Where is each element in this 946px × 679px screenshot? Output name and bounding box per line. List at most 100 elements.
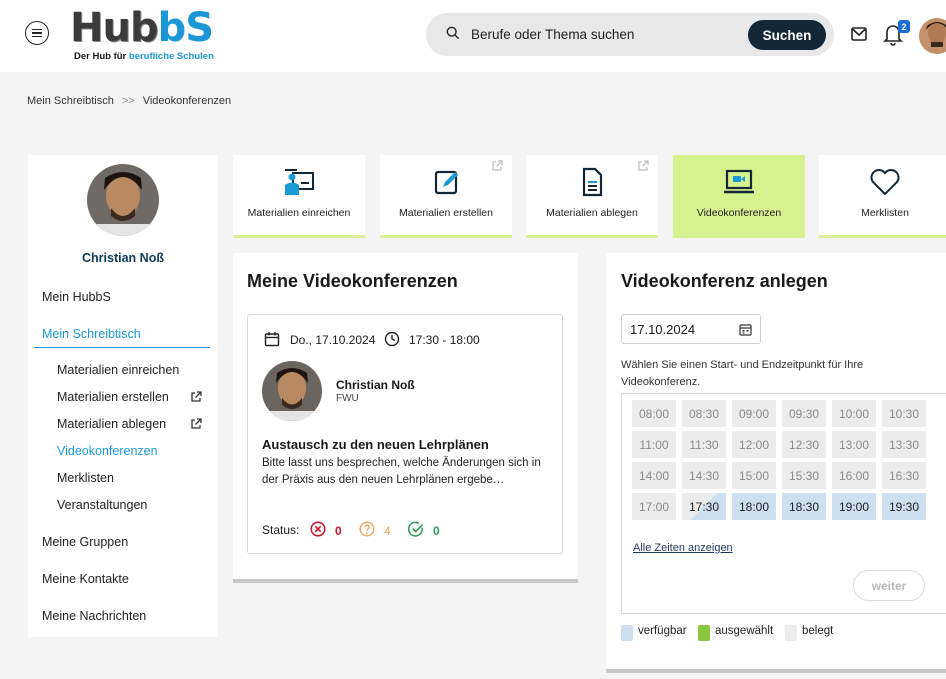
tile-label: Materialien erstellen <box>399 207 493 219</box>
hubbs-logo[interactable]: HubbS Der Hub für berufliche Schulen <box>70 6 240 62</box>
create-conference-panel: Videokonferenz anlegen 17.10.2024 Wählen… <box>606 253 946 673</box>
conference-card[interactable]: Do., 17.10.2024 17:30 - 18:00 Christian … <box>247 314 563 554</box>
create-conference-title: Videokonferenz anlegen <box>621 271 828 291</box>
legend-occupied: belegt <box>802 625 834 637</box>
hamburger-menu-icon[interactable] <box>25 21 49 45</box>
host-avatar <box>262 361 322 421</box>
tile-merklisten[interactable]: Merklisten <box>819 155 946 238</box>
external-link-icon[interactable] <box>190 418 202 430</box>
tile-materialien-erstellen[interactable]: Materialien erstellen <box>380 155 512 238</box>
time-slot[interactable]: 09:30 <box>782 400 826 427</box>
tile-materialien-einreichen[interactable]: Materialien einreichen <box>233 155 365 238</box>
tile-label: Merklisten <box>861 207 909 219</box>
calendar-icon <box>264 332 280 347</box>
time-slot[interactable]: 11:00 <box>632 431 676 458</box>
time-slot[interactable]: 08:00 <box>632 400 676 427</box>
show-all-times-link[interactable]: Alle Zeiten anzeigen <box>633 542 733 554</box>
time-slot[interactable]: 14:30 <box>682 462 726 489</box>
sidebar-item-veranstaltungen[interactable]: Veranstaltungen <box>57 498 147 512</box>
legend-selected: ausgewählt <box>715 625 774 637</box>
tile-label: Videokonferenzen <box>696 207 782 219</box>
time-selection-hint: Wählen Sie einen Start- und Endzeitpunkt… <box>621 359 864 388</box>
sidebar-item-materialien-ablegen[interactable]: Materialien ablegen <box>57 417 166 431</box>
time-slot[interactable]: 16:30 <box>882 462 926 489</box>
time-slot[interactable]: 12:00 <box>732 431 776 458</box>
time-slot[interactable]: 13:30 <box>882 431 926 458</box>
date-field[interactable]: 17.10.2024 <box>621 314 761 344</box>
sidebar-item-meine-nachrichten[interactable]: Meine Nachrichten <box>42 609 146 623</box>
time-slot[interactable]: 17:30 <box>682 493 726 520</box>
pending-icon <box>359 521 375 537</box>
time-slot[interactable]: 17:00 <box>632 493 676 520</box>
date-field-value: 17.10.2024 <box>630 322 696 337</box>
status-label: Status: <box>262 523 300 537</box>
external-link-icon <box>492 160 503 171</box>
declined-icon <box>310 521 326 537</box>
tile-materialien-ablegen[interactable]: Materialien ablegen <box>526 155 658 238</box>
sidebar-item-meine-gruppen[interactable]: Meine Gruppen <box>42 535 128 549</box>
breadcrumb-separator: >> <box>121 95 135 107</box>
legend-available: verfügbar <box>638 625 687 637</box>
host-name: Christian Noß <box>336 378 415 392</box>
time-slot-grid: 08:00 08:30 09:00 09:30 10:00 10:30 11:00 11:30… <box>621 393 946 614</box>
tile-label: Materialien ablegen <box>546 207 638 219</box>
my-conferences-title: Meine Videokonferenzen <box>247 271 458 291</box>
declined-count: 0 <box>335 524 342 538</box>
tile-label: Materialien einreichen <box>247 207 351 219</box>
sidebar-item-meine-kontakte[interactable]: Meine Kontakte <box>42 572 129 586</box>
search-placeholder: Berufe oder Thema suchen <box>471 27 635 42</box>
sidebar: Christian Noß Mein HubbS Mein Schreibtis… <box>28 155 218 637</box>
host-organisation: FWU <box>336 393 359 404</box>
clock-icon <box>384 331 400 347</box>
external-link-icon <box>638 160 649 171</box>
time-slot[interactable]: 13:00 <box>832 431 876 458</box>
time-slot[interactable]: 15:00 <box>732 462 776 489</box>
pending-count: 4 <box>384 524 391 538</box>
time-slot[interactable]: 14:00 <box>632 462 676 489</box>
sidebar-item-materialien-erstellen[interactable]: Materialien erstellen <box>57 390 169 404</box>
conference-description: Bitte lasst uns besprechen, welche Änder… <box>262 457 541 486</box>
time-slot[interactable]: 11:30 <box>682 431 726 458</box>
time-slot[interactable]: 10:30 <box>882 400 926 427</box>
profile-name: Christian Noß <box>82 251 164 265</box>
logo-wordmark: HubbS <box>70 5 214 51</box>
conference-date: Do., 17.10.2024 <box>290 333 376 347</box>
document-icon <box>582 167 603 197</box>
tile-videokonferenzen[interactable]: Videokonferenzen <box>673 155 805 238</box>
user-avatar[interactable] <box>919 18 946 54</box>
external-link-icon[interactable] <box>190 391 202 403</box>
time-slot[interactable]: 18:30 <box>782 493 826 520</box>
mail-icon[interactable] <box>851 27 867 41</box>
breadcrumb-item-mein-schreibtisch[interactable]: Mein Schreibtisch <box>27 95 114 107</box>
calendar-picker-icon[interactable] <box>739 323 752 336</box>
notification-badge: 2 <box>898 20 910 33</box>
laptop-video-icon <box>724 169 754 194</box>
conference-title: Austausch zu den neuen Lehrplänen <box>262 437 489 452</box>
sidebar-item-merklisten[interactable]: Merklisten <box>57 471 114 485</box>
time-slot[interactable]: 18:00 <box>732 493 776 520</box>
sidebar-item-mein-hubbs[interactable]: Mein HubbS <box>42 290 111 304</box>
legend-swatch-available <box>621 625 633 641</box>
time-slot[interactable]: 19:30 <box>882 493 926 520</box>
time-slot[interactable]: 15:30 <box>782 462 826 489</box>
sidebar-item-materialien-einreichen[interactable]: Materialien einreichen <box>57 363 179 377</box>
heart-icon <box>870 169 900 196</box>
legend-swatch-occupied <box>785 625 797 641</box>
time-slot[interactable]: 19:00 <box>832 493 876 520</box>
search-button[interactable]: Suchen <box>748 20 826 50</box>
next-button[interactable]: weiter <box>853 570 925 601</box>
breadcrumb-item-videokonferenzen: Videokonferenzen <box>142 95 232 107</box>
time-slot[interactable]: 09:00 <box>732 400 776 427</box>
conference-time: 17:30 - 18:00 <box>409 333 480 347</box>
presenter-icon <box>285 169 314 195</box>
edit-icon <box>434 170 458 195</box>
time-slot[interactable]: 10:00 <box>832 400 876 427</box>
profile-avatar[interactable] <box>87 164 159 236</box>
sidebar-item-mein-schreibtisch[interactable]: Mein Schreibtisch <box>42 327 141 341</box>
sidebar-item-videokonferenzen[interactable]: Videokonferenzen <box>57 444 158 458</box>
time-slot[interactable]: 16:00 <box>832 462 876 489</box>
time-slot[interactable]: 08:30 <box>682 400 726 427</box>
legend-swatch-selected <box>698 625 710 641</box>
my-conferences-panel: Meine Videokonferenzen Do., 17.10.2024 1… <box>233 253 578 583</box>
time-slot[interactable]: 12:30 <box>782 431 826 458</box>
